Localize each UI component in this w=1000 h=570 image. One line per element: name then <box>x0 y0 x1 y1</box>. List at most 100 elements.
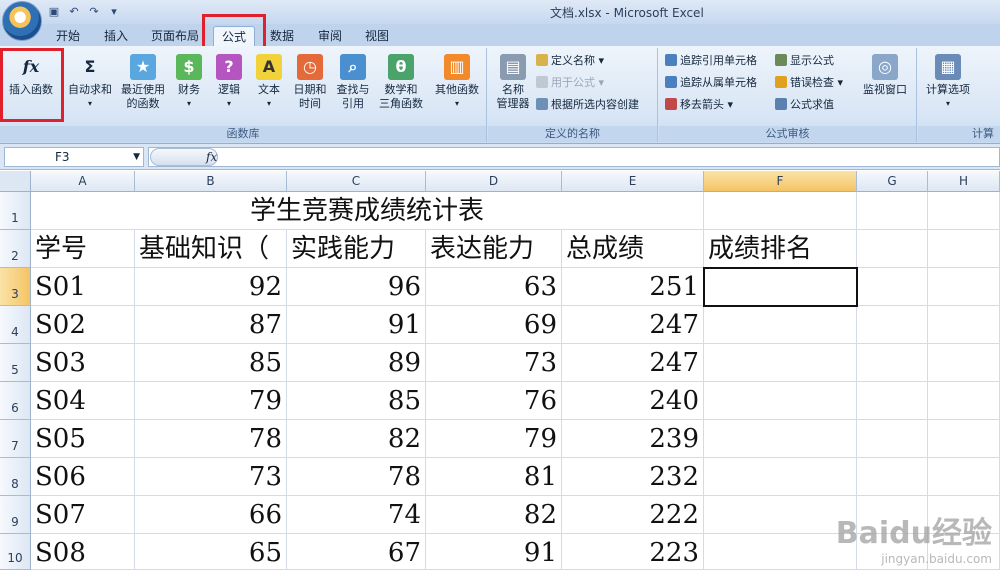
logical-button[interactable]: ? 逻辑 ▾ <box>212 54 246 111</box>
data-cell[interactable]: 73 <box>426 344 562 382</box>
trace-precedents-button[interactable]: 追踪引用单元格 <box>665 52 757 70</box>
data-cell[interactable]: 87 <box>135 306 287 344</box>
autosum-button[interactable]: Σ 自动求和 ▾ <box>63 54 117 111</box>
data-cell[interactable]: 67 <box>287 534 426 570</box>
data-cell[interactable]: 79 <box>135 382 287 420</box>
tab-insert[interactable]: 插入 <box>96 26 136 46</box>
fx-icon[interactable]: fx <box>206 150 217 164</box>
data-cell[interactable]: 96 <box>287 268 426 306</box>
data-cell[interactable]: S05 <box>31 420 135 458</box>
office-button[interactable] <box>2 1 42 41</box>
data-cell[interactable]: 89 <box>287 344 426 382</box>
recent-functions-button[interactable]: ★ 最近使用 的函数 <box>116 54 170 111</box>
cell[interactable] <box>857 306 928 344</box>
cell[interactable] <box>928 268 1000 306</box>
header-cell[interactable]: 表达能力 <box>426 230 562 268</box>
cell[interactable] <box>857 192 928 230</box>
sheet-title-cell[interactable]: 学生竞赛成绩统计表 <box>31 192 704 230</box>
evaluate-formula-button[interactable]: 公式求值 <box>775 96 834 114</box>
cell[interactable] <box>704 382 857 420</box>
data-cell[interactable]: 66 <box>135 496 287 534</box>
column-header-g[interactable]: G <box>857 171 928 192</box>
data-cell[interactable]: S06 <box>31 458 135 496</box>
data-cell[interactable]: 92 <box>135 268 287 306</box>
data-cell[interactable]: 223 <box>562 534 704 570</box>
create-from-selection-button[interactable]: 根据所选内容创建 <box>536 96 639 114</box>
data-cell[interactable]: 251 <box>562 268 704 306</box>
cell[interactable] <box>928 344 1000 382</box>
math-trig-button[interactable]: θ 数学和 三角函数 <box>372 54 430 111</box>
name-manager-button[interactable]: ▤ 名称 管理器 <box>492 54 534 111</box>
row-header-2[interactable]: 2 <box>0 230 31 268</box>
data-cell[interactable]: S08 <box>31 534 135 570</box>
header-cell[interactable]: 基础知识（ <box>135 230 287 268</box>
name-box[interactable]: F3 ▼ <box>4 147 144 167</box>
cell[interactable] <box>928 192 1000 230</box>
data-cell[interactable]: 76 <box>426 382 562 420</box>
data-cell[interactable]: 69 <box>426 306 562 344</box>
data-cell[interactable]: 79 <box>426 420 562 458</box>
row-header-1[interactable]: 1 <box>0 192 31 230</box>
tab-data[interactable]: 数据 <box>262 26 302 46</box>
cell[interactable] <box>857 230 928 268</box>
data-cell[interactable]: 78 <box>135 420 287 458</box>
column-header-d[interactable]: D <box>426 171 562 192</box>
column-header-a[interactable]: A <box>31 171 135 192</box>
cell[interactable] <box>704 420 857 458</box>
header-cell[interactable]: 成绩排名 <box>704 230 857 268</box>
cell[interactable] <box>704 192 857 230</box>
data-cell[interactable]: 85 <box>287 382 426 420</box>
data-cell[interactable]: 91 <box>426 534 562 570</box>
show-formulas-button[interactable]: 显示公式 <box>775 52 834 70</box>
cell[interactable] <box>857 420 928 458</box>
cell[interactable] <box>857 344 928 382</box>
cell[interactable] <box>857 382 928 420</box>
use-in-formula-button[interactable]: 用于公式 ▾ <box>536 74 604 92</box>
lookup-button[interactable]: ⌕ 查找与 引用 <box>333 54 373 111</box>
cell[interactable] <box>704 534 857 570</box>
column-header-c[interactable]: C <box>287 171 426 192</box>
chevron-down-icon[interactable]: ▼ <box>133 148 140 166</box>
row-header-8[interactable]: 8 <box>0 458 31 496</box>
data-cell[interactable]: 240 <box>562 382 704 420</box>
datetime-button[interactable]: ◷ 日期和 时间 <box>290 54 330 111</box>
data-cell[interactable]: 82 <box>426 496 562 534</box>
cell[interactable] <box>857 268 928 306</box>
data-cell[interactable]: 91 <box>287 306 426 344</box>
cell[interactable] <box>928 458 1000 496</box>
cell[interactable] <box>928 306 1000 344</box>
data-cell[interactable]: 81 <box>426 458 562 496</box>
data-cell[interactable]: 85 <box>135 344 287 382</box>
header-cell[interactable]: 总成绩 <box>562 230 704 268</box>
remove-arrows-button[interactable]: 移去箭头 ▾ <box>665 96 733 114</box>
cell[interactable] <box>928 230 1000 268</box>
data-cell[interactable]: 74 <box>287 496 426 534</box>
trace-dependents-button[interactable]: 追踪从属单元格 <box>665 74 757 92</box>
select-all-corner[interactable] <box>0 171 31 192</box>
cell[interactable] <box>928 382 1000 420</box>
data-cell[interactable]: 247 <box>562 344 704 382</box>
data-cell[interactable]: 232 <box>562 458 704 496</box>
cell[interactable] <box>704 306 857 344</box>
watch-window-button[interactable]: ◎ 监视窗口 <box>857 54 913 97</box>
column-header-b[interactable]: B <box>135 171 287 192</box>
cell[interactable] <box>857 458 928 496</box>
data-cell[interactable]: S03 <box>31 344 135 382</box>
formula-input[interactable] <box>148 147 1000 167</box>
data-cell[interactable]: 247 <box>562 306 704 344</box>
header-cell[interactable]: 实践能力 <box>287 230 426 268</box>
data-cell[interactable]: 78 <box>287 458 426 496</box>
row-header-9[interactable]: 9 <box>0 496 31 534</box>
row-header-7[interactable]: 7 <box>0 420 31 458</box>
row-header-10[interactable]: 10 <box>0 534 31 570</box>
column-header-h[interactable]: H <box>928 171 1000 192</box>
row-header-4[interactable]: 4 <box>0 306 31 344</box>
row-header-3[interactable]: 3 <box>0 268 31 306</box>
error-check-button[interactable]: 错误检查 ▾ <box>775 74 843 92</box>
text-button[interactable]: A 文本 ▾ <box>252 54 286 111</box>
row-header-5[interactable]: 5 <box>0 344 31 382</box>
data-cell[interactable]: S02 <box>31 306 135 344</box>
cell[interactable] <box>928 420 1000 458</box>
data-cell[interactable]: 82 <box>287 420 426 458</box>
cell[interactable] <box>704 458 857 496</box>
